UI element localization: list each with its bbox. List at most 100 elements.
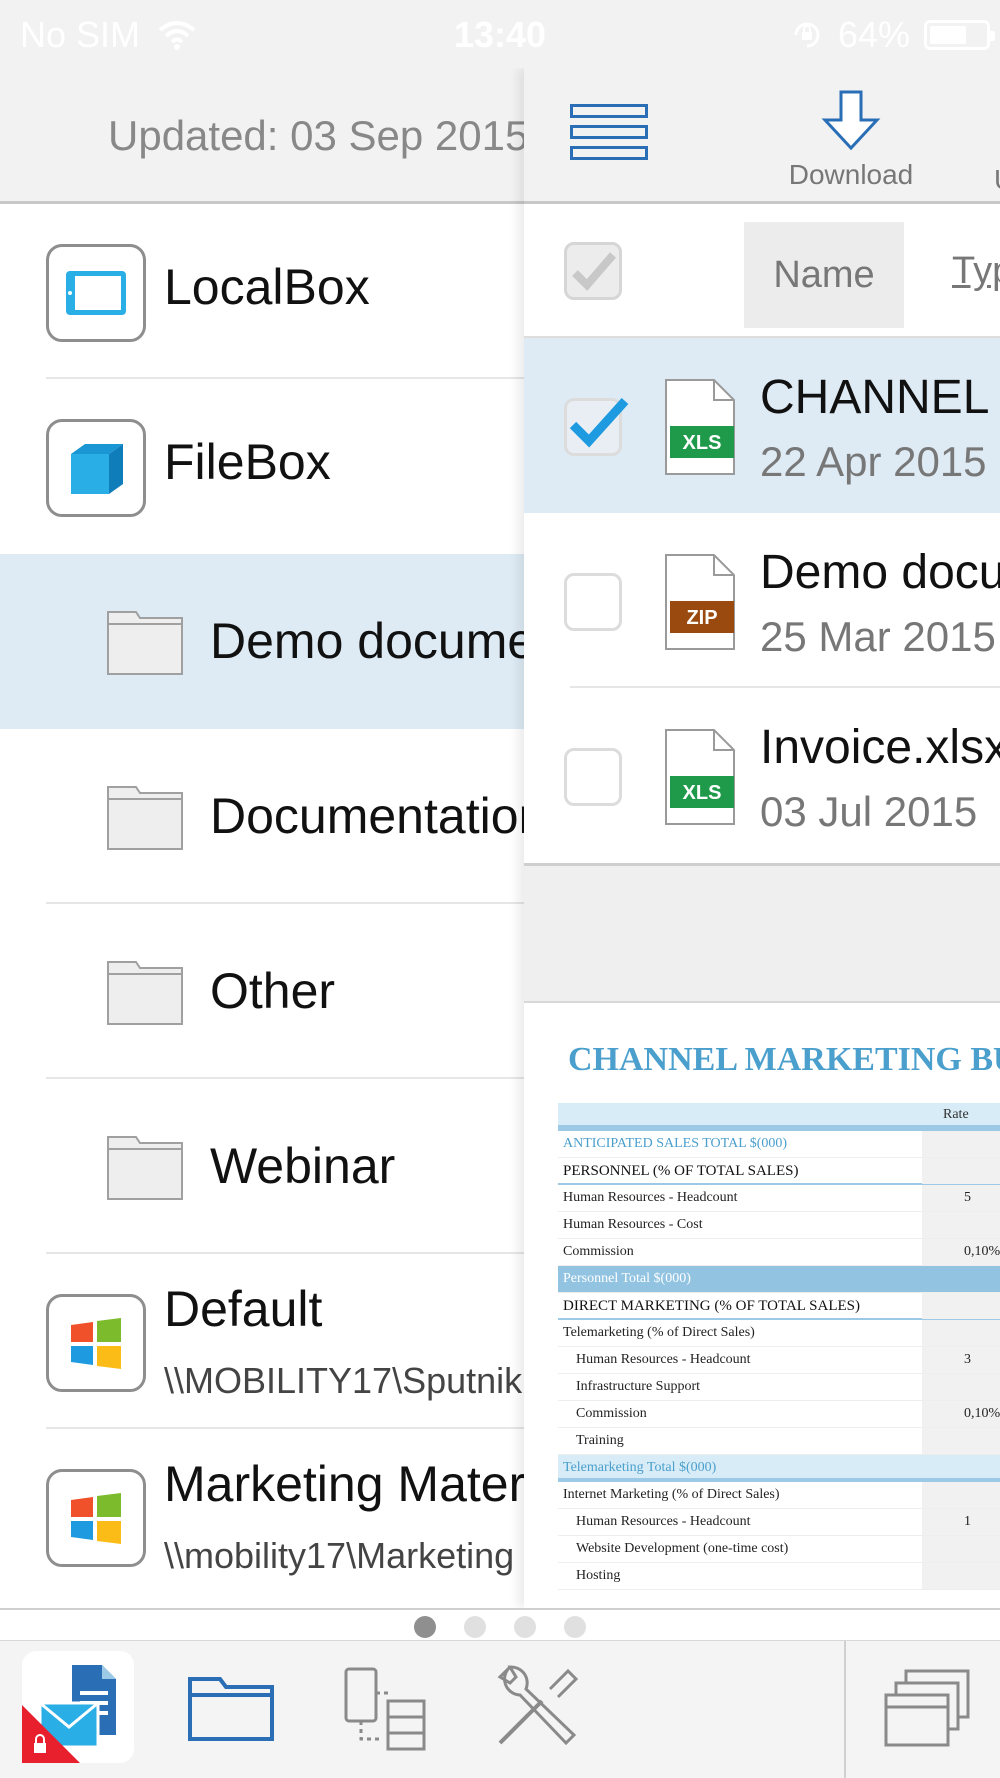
sidebar-item-demo-documents[interactable]: Demo documents (0, 554, 524, 729)
sheet-row-label: PERSONNEL (% OF TOTAL SALES) (563, 1163, 799, 1179)
file-row[interactable]: XLS Invoice.xlsx 03 Jul 2015 (524, 688, 1000, 863)
sort-by-name-button[interactable]: Name (744, 222, 904, 328)
sheet-row-label: Telemarketing Total $(000) (563, 1460, 717, 1475)
zip-file-icon: ZIP (665, 554, 735, 650)
updated-label: Updated: 03 Sep 2015 (108, 112, 524, 159)
sidebar-item-label: Webinar (210, 1138, 396, 1194)
sheet-row-label: Training (576, 1433, 624, 1448)
sidebar-item-label: Other (210, 963, 336, 1019)
file-date: 25 Mar 2015 (760, 613, 996, 660)
divider (844, 1641, 846, 1778)
sheet-row-label: Infrastructure Support (576, 1379, 701, 1394)
sheet-cell (922, 1563, 1000, 1589)
sheet-row: Human Resources - Headcount 3 (558, 1347, 1000, 1374)
preview-title: CHANNEL MARKETING BUDGET (568, 1041, 1000, 1078)
name-column-label: Name (773, 253, 875, 296)
status-bar: No SIM 13:40 64% (0, 0, 1000, 68)
sync-devices-button[interactable] (326, 1651, 438, 1763)
download-button[interactable]: Download (786, 90, 916, 191)
document-preview[interactable]: CHANNEL MARKETING BUDGET Rate ANTICIPATE… (524, 1003, 1000, 1608)
windows-icon (46, 1294, 146, 1392)
tools-icon (497, 1665, 579, 1746)
windows-stack-icon (884, 1669, 970, 1747)
page-dot[interactable] (464, 1616, 486, 1638)
sidebar-item-label: LocalBox (164, 259, 370, 315)
folder-icon (107, 1136, 183, 1200)
sheet-row: Hosting (558, 1563, 1000, 1590)
sheet-row: Internet Marketing (% of Direct Sales) (558, 1482, 1000, 1509)
checkmark-icon (572, 252, 617, 291)
download-label: Download (788, 159, 914, 190)
sidebar-item-filebox[interactable]: FileBox (0, 379, 524, 554)
sheet-row-value: 0,10% (964, 1244, 1000, 1259)
device-server-icon (344, 1667, 426, 1751)
sheet-row: ANTICIPATED SALES TOTAL $(000) (558, 1131, 1000, 1158)
rotation-lock-icon (794, 22, 820, 48)
sidebar-item-marketing-materials[interactable]: Marketing Materials \\mobility17\Marketi… (0, 1429, 524, 1604)
sort-by-type-button[interactable]: Type (952, 250, 1000, 293)
xls-file-icon: XLS (665, 729, 735, 825)
sheet-row-value: 0,10% (964, 1406, 1000, 1421)
sheet-row: Telemarketing Total $(000) (558, 1455, 1000, 1482)
list-empty-area (524, 866, 1000, 1004)
file-row[interactable]: ZIP Demo documents.zip 25 Mar 2015 (524, 513, 1000, 688)
xls-file-icon: XLS (665, 379, 735, 475)
menu-icon[interactable] (570, 104, 648, 170)
file-type-badge: ZIP (686, 607, 717, 629)
sidebar-item-label: Marketing Materials (164, 1456, 524, 1512)
mail-document-icon (22, 1665, 116, 1763)
sheet-cell (922, 1482, 1000, 1508)
page-dot[interactable] (564, 1616, 586, 1638)
file-date: 03 Jul 2015 (760, 788, 978, 835)
file-browser-panel: Download U Name Type XLS CHANNEL MARKETI… (524, 68, 1000, 1608)
sheet-row: Infrastructure Support (558, 1374, 1000, 1401)
sidebar-item-documentation[interactable]: Documentation (0, 729, 524, 904)
sheet-cell (922, 1131, 1000, 1157)
sheet-row-label: Human Resources - Headcount (576, 1352, 751, 1367)
settings-button[interactable] (480, 1651, 592, 1763)
sheet-row-label: Internet Marketing (% of Direct Sales) (563, 1487, 780, 1502)
sidebar-item-webinar[interactable]: Webinar (0, 1079, 524, 1254)
toolbar: Download U (524, 68, 1000, 204)
sheet-row-label: Hosting (576, 1568, 621, 1583)
toolbar-next-label[interactable]: U (994, 164, 1000, 196)
mail-documents-button[interactable] (22, 1651, 134, 1763)
sheet-row-label: Human Resources - Headcount (563, 1190, 738, 1205)
sheet-row-value: 1 (964, 1514, 971, 1529)
sheet-row: Website Development (one-time cost) (558, 1536, 1000, 1563)
sheet-row-label: Commission (563, 1244, 634, 1259)
file-checkbox[interactable] (564, 573, 622, 631)
folder-icon (107, 611, 183, 675)
sidebar-item-label: Documentation (210, 788, 524, 844)
windows-switcher-button[interactable] (876, 1651, 988, 1763)
sidebar: Updated: 03 Sep 2015 LocalBox FileBox De… (0, 68, 524, 1608)
page-dot[interactable] (414, 1616, 436, 1638)
sheet-cell (922, 1509, 1000, 1535)
files-button[interactable] (176, 1651, 288, 1763)
file-row[interactable]: XLS CHANNEL MARKETING BUDGET.xlsx 22 Apr… (524, 338, 1000, 513)
tablet-icon (46, 244, 146, 342)
folder-icon (107, 786, 183, 850)
sheet-row: Human Resources - Headcount 5 (558, 1185, 1000, 1212)
sheet-row: Telemarketing (% of Direct Sales) (558, 1320, 1000, 1347)
sheet-cell (922, 1320, 1000, 1346)
sheet-cell (922, 1374, 1000, 1400)
sidebar-item-default[interactable]: Default \\MOBILITY17\Sputnik (0, 1254, 524, 1429)
sheet-rows: ANTICIPATED SALES TOTAL $(000) PERSONNEL … (558, 1131, 1000, 1590)
sheet-cell (922, 1158, 1000, 1184)
file-name: CHANNEL MARKETING BUDGET.xlsx (760, 371, 1000, 424)
sheet-row-label: Human Resources - Cost (563, 1217, 703, 1232)
sheet-cell (922, 1428, 1000, 1454)
page-dot[interactable] (514, 1616, 536, 1638)
sheet-row-label: Website Development (one-time cost) (576, 1541, 789, 1556)
select-all-checkbox[interactable] (564, 242, 622, 300)
sidebar-item-localbox[interactable]: LocalBox (0, 204, 524, 379)
sheet-cell (922, 1536, 1000, 1562)
file-name: Demo documents.zip (760, 546, 1000, 599)
file-checkbox[interactable] (564, 397, 629, 456)
file-checkbox[interactable] (564, 748, 622, 806)
sidebar-item-other[interactable]: Other (0, 904, 524, 1079)
sheet-row-value: 5 (964, 1190, 971, 1205)
sheet-row: PERSONNEL (% OF TOTAL SALES) (558, 1158, 1000, 1185)
battery-icon (924, 20, 995, 50)
